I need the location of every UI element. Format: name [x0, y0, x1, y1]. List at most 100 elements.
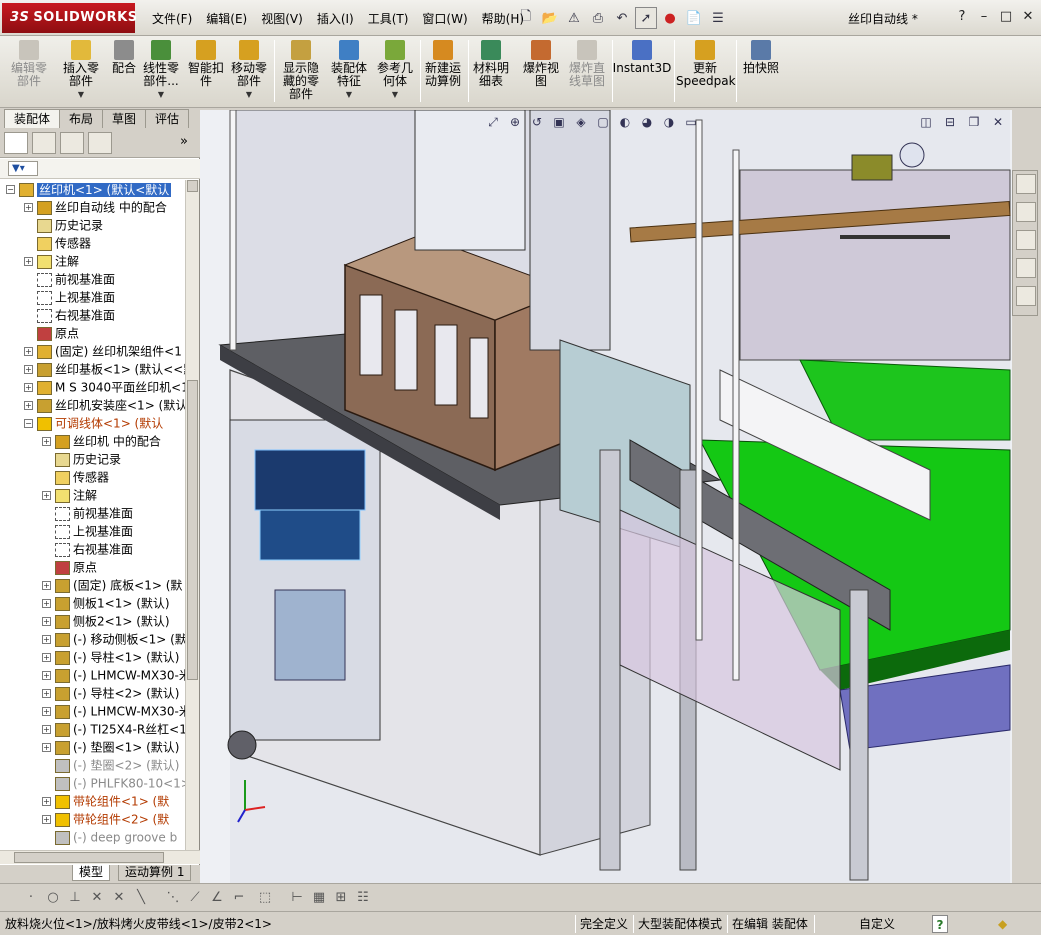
- view-orientation-icon[interactable]: ◈: [573, 114, 589, 130]
- new-document-icon[interactable]: 🗋: [515, 7, 537, 29]
- collapse-icon[interactable]: −: [6, 185, 15, 194]
- display-manager-tab-icon[interactable]: [88, 132, 112, 154]
- menu-item-5[interactable]: 窗口(W): [415, 9, 474, 29]
- expand-icon[interactable]: +: [42, 707, 51, 716]
- trim-icon[interactable]: ⋱: [164, 890, 182, 906]
- units-custom[interactable]: 自定义: [859, 915, 895, 933]
- tree-node[interactable]: + (固定) 底板<1> (默: [42, 576, 182, 594]
- offset-icon[interactable]: ⟋: [186, 890, 204, 906]
- point-icon[interactable]: ·: [22, 890, 40, 906]
- command-0-button[interactable]: 编辑零 部件: [6, 40, 52, 88]
- tree-node[interactable]: + (-) LHMCW-MX30-米: [42, 666, 185, 684]
- command-5-button[interactable]: 移动零 部件 ▼: [226, 40, 272, 101]
- menu-item-3[interactable]: 插入(I): [310, 9, 361, 29]
- previous-view-icon[interactable]: ↺: [529, 114, 545, 130]
- tree-node[interactable]: + (-) TI25X4-R丝杠<1: [42, 720, 185, 738]
- solidworks-logo[interactable]: 3S SOLIDWORKS: [2, 3, 137, 33]
- expand-icon[interactable]: +: [42, 725, 51, 734]
- intersect-2-icon[interactable]: ✕: [110, 890, 128, 906]
- section-view-icon[interactable]: ▣: [551, 114, 567, 130]
- tree-node[interactable]: + M S 3040平面丝印机<1: [24, 378, 185, 396]
- expand-icon[interactable]: +: [42, 635, 51, 644]
- dimension-icon[interactable]: ⊢: [288, 890, 306, 906]
- cmd-tab-3[interactable]: 评估: [145, 109, 190, 128]
- property-manager-tab-icon[interactable]: [32, 132, 56, 154]
- menu-item-2[interactable]: 视图(V): [254, 9, 310, 29]
- tree-node[interactable]: 前视基准面: [42, 504, 133, 522]
- tree-node[interactable]: (-) deep groove b: [42, 828, 177, 846]
- feature-manager-tab-icon[interactable]: [4, 132, 28, 154]
- tree-vertical-scrollbar[interactable]: [185, 180, 199, 850]
- expand-icon[interactable]: +: [42, 653, 51, 662]
- tree-node[interactable]: 传感器: [42, 468, 109, 486]
- expand-icon[interactable]: +: [24, 365, 33, 374]
- graphics-area[interactable]: ⤢ ⊕ ↺ ▣ ◈ ▢ ◐ ◕ ◑ ▭ ◫ ⊟ ❐ ✕: [200, 110, 1012, 883]
- expand-icon[interactable]: +: [42, 797, 51, 806]
- command-1-button[interactable]: 插入零 部件 ▼: [58, 40, 104, 101]
- dropdown-arrow-icon[interactable]: ▼: [326, 88, 372, 101]
- split-vertical-icon[interactable]: ◫: [918, 114, 934, 130]
- tree-node[interactable]: 右视基准面: [24, 306, 115, 324]
- dropdown-arrow-icon[interactable]: ▼: [58, 88, 104, 101]
- expand-icon[interactable]: +: [24, 383, 33, 392]
- open-folder-icon[interactable]: 📂: [539, 7, 561, 29]
- filter-icon[interactable]: ▼▾: [8, 161, 38, 176]
- options-icon[interactable]: ☰: [707, 7, 729, 29]
- tree-node[interactable]: + (-) 垫圈<1> (默认): [42, 738, 179, 756]
- file-properties-icon[interactable]: 📄: [683, 7, 705, 29]
- expand-icon[interactable]: +: [42, 671, 51, 680]
- tree-node[interactable]: (-) PHLFK80-10<1>: [42, 774, 185, 792]
- design-library-icon[interactable]: [1016, 202, 1036, 222]
- tree-node[interactable]: + 侧板2<1> (默认): [42, 612, 170, 630]
- command-13-button[interactable]: Instant3D: [612, 40, 672, 75]
- rebuild-traffic-light-icon[interactable]: ●: [659, 7, 681, 29]
- hscroll-thumb[interactable]: [14, 852, 164, 863]
- help-status-icon[interactable]: ?: [932, 915, 948, 933]
- tree-node[interactable]: + (-) 移动侧板<1> (默: [42, 630, 185, 648]
- bottom-tab-0[interactable]: 模型: [72, 865, 111, 881]
- bottom-tab-1[interactable]: 运动算例 1: [118, 865, 192, 881]
- apply-scene-icon[interactable]: ◑: [661, 114, 677, 130]
- tree-node[interactable]: 前视基准面: [24, 270, 115, 288]
- edit-appearance-icon[interactable]: ◕: [639, 114, 655, 130]
- intersect-icon[interactable]: ✕: [88, 890, 106, 906]
- appearances-scenes-icon[interactable]: [1016, 258, 1036, 278]
- tree-node[interactable]: 右视基准面: [42, 540, 133, 558]
- select-pointer-icon[interactable]: ➚: [635, 7, 657, 29]
- expand-icon[interactable]: +: [24, 203, 33, 212]
- command-7-button[interactable]: 装配体 特征 ▼: [326, 40, 372, 101]
- tree-node[interactable]: 原点: [42, 558, 97, 576]
- file-explorer-icon[interactable]: [1016, 230, 1036, 250]
- expand-icon[interactable]: +: [24, 257, 33, 266]
- expand-icon[interactable]: +: [24, 401, 33, 410]
- collapse-icon[interactable]: −: [24, 419, 33, 428]
- command-3-button[interactable]: 线性零 部件... ▼: [138, 40, 184, 101]
- tree-node[interactable]: + (-) LHMCW-MX30-米: [42, 702, 185, 720]
- tree-node[interactable]: − 可调线体<1> (默认: [24, 414, 163, 432]
- configuration-manager-tab-icon[interactable]: [60, 132, 84, 154]
- expand-icon[interactable]: +: [42, 437, 51, 446]
- tree-node[interactable]: 原点: [24, 324, 79, 342]
- expand-icon[interactable]: +: [42, 689, 51, 698]
- tree-node[interactable]: + 带轮组件<1> (默: [42, 792, 169, 810]
- command-12-button[interactable]: 爆炸直 线草图: [564, 40, 610, 88]
- tree-node[interactable]: + 丝印机安装座<1> (默认: [24, 396, 185, 414]
- dropdown-arrow-icon[interactable]: ▼: [226, 88, 272, 101]
- command-14-button[interactable]: 更新 Speedpak: [676, 40, 736, 88]
- doc-restore-icon[interactable]: ❐: [966, 114, 982, 130]
- dropdown-arrow-icon[interactable]: ▼: [372, 88, 418, 101]
- command-4-button[interactable]: 智能扣 件: [183, 40, 229, 88]
- tree-node[interactable]: 上视基准面: [24, 288, 115, 306]
- sketch-grid-icon[interactable]: ⊞: [332, 890, 350, 906]
- minimize-button[interactable]: –: [975, 8, 993, 26]
- expand-icon[interactable]: +: [42, 815, 51, 824]
- help-icon[interactable]: ?: [953, 8, 971, 26]
- circle-icon[interactable]: ○: [44, 890, 62, 906]
- display-style-icon[interactable]: ▢: [595, 114, 611, 130]
- rectangle-icon[interactable]: ⬚: [256, 890, 274, 906]
- expand-icon[interactable]: +: [42, 581, 51, 590]
- rebuild-status-icon[interactable]: ◆: [998, 915, 1007, 933]
- cmd-tab-0[interactable]: 装配体: [4, 109, 61, 128]
- command-8-button[interactable]: 参考几 何体 ▼: [372, 40, 418, 101]
- menu-item-1[interactable]: 编辑(E): [199, 9, 254, 29]
